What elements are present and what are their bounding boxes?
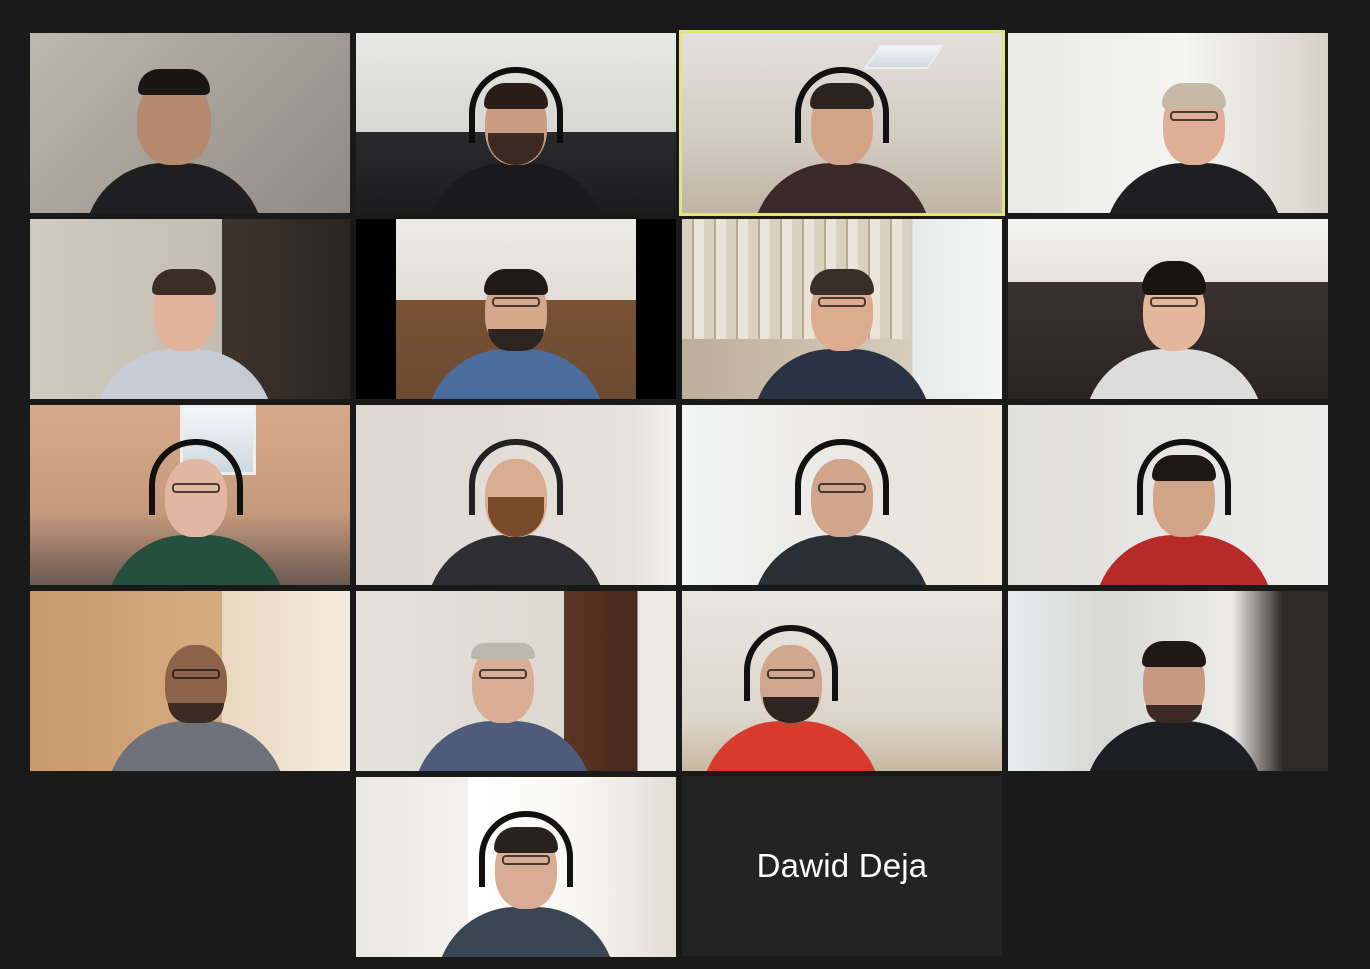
participant-video-tile[interactable] — [682, 591, 1002, 771]
participant-video-tile[interactable] — [356, 591, 676, 771]
participant-video-tile[interactable] — [356, 33, 676, 213]
participant-figure — [1079, 249, 1269, 399]
participant-figure — [431, 807, 621, 957]
participant-figure — [101, 435, 291, 585]
participant-video-tile[interactable] — [356, 777, 676, 957]
active-speaker-video-tile[interactable] — [679, 30, 1005, 216]
participant-video-tile[interactable] — [30, 405, 350, 585]
participant-figure — [1089, 435, 1279, 585]
participant-video-tile[interactable] — [356, 405, 676, 585]
participant-video-tile[interactable] — [30, 33, 350, 213]
participant-video-tile[interactable] — [30, 219, 350, 399]
participant-figure — [79, 63, 269, 213]
participant-video-tile[interactable] — [682, 219, 1002, 399]
participant-video-tile[interactable] — [1008, 219, 1328, 399]
participant-figure — [408, 621, 598, 771]
participant-figure — [1079, 621, 1269, 771]
participant-name-label: Dawid Deja — [756, 847, 928, 884]
participant-figure — [89, 249, 279, 399]
participant-video-tile[interactable] — [1008, 33, 1328, 213]
participant-name-tile[interactable]: Dawid Deja — [682, 776, 1002, 956]
participant-figure — [101, 621, 291, 771]
participant-figure — [747, 63, 937, 213]
participant-video-tile[interactable] — [30, 591, 350, 771]
participant-video-tile[interactable] — [1008, 591, 1328, 771]
participant-figure — [1099, 63, 1289, 213]
participant-video-tile[interactable] — [682, 405, 1002, 585]
participant-figure — [696, 621, 886, 771]
participant-figure — [421, 63, 611, 213]
participant-figure — [747, 435, 937, 585]
participant-video-tile[interactable] — [356, 219, 676, 399]
participant-video-tile[interactable] — [1008, 405, 1328, 585]
participant-figure — [421, 249, 611, 399]
participant-figure — [421, 435, 611, 585]
gallery-view: Dawid Deja — [0, 0, 1370, 969]
participant-figure — [747, 249, 937, 399]
